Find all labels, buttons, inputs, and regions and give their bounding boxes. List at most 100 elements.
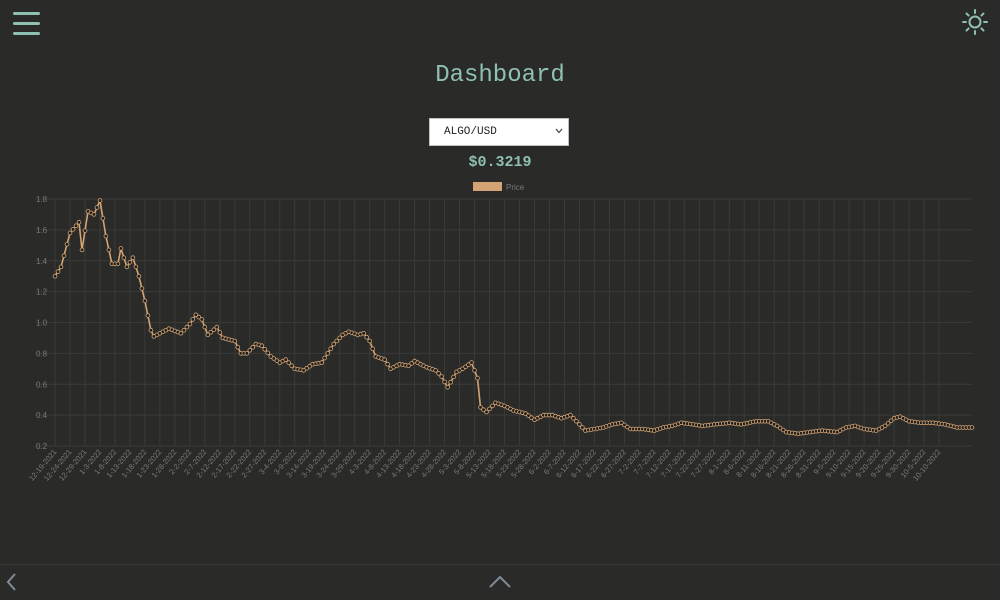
price-data-point: [433, 368, 438, 373]
y-tick-label: 1.2: [36, 288, 48, 297]
price-data-point: [577, 422, 582, 427]
price-data-point: [61, 253, 67, 258]
price-data-point: [385, 361, 390, 367]
y-tick-label: 0.6: [36, 380, 48, 389]
price-data-point: [214, 324, 220, 330]
price-data-point: [487, 406, 492, 412]
hamburger-menu-icon-bottom: [13, 32, 40, 35]
y-tick-label: 1.0: [36, 319, 48, 328]
menu-button[interactable]: [13, 12, 40, 36]
y-tick-label: 1.4: [36, 257, 48, 266]
scroll-up-button[interactable]: [488, 574, 512, 590]
hamburger-menu-icon: [13, 12, 40, 15]
price-data-point: [118, 246, 124, 251]
price-data-point: [184, 324, 190, 330]
price-data-point: [82, 228, 88, 233]
price-data-point: [262, 347, 268, 352]
chevron-down-icon: [555, 128, 563, 134]
price-data-point: [325, 351, 331, 356]
page-title: Dashboard: [435, 62, 565, 89]
legend-swatch: [473, 182, 502, 191]
price-data-point: [382, 357, 387, 362]
price-data-point: [124, 264, 130, 270]
price-data-point: [139, 286, 145, 291]
price-data-point: [73, 223, 79, 229]
price-data-point: [100, 215, 106, 221]
price-data-point: [232, 338, 238, 344]
price-data-point: [79, 247, 85, 253]
price-data-point: [217, 330, 223, 335]
price-data-point: [55, 269, 61, 274]
price-data-point: [91, 212, 97, 217]
current-price: $0.3219: [468, 154, 532, 171]
price-data-point: [52, 273, 58, 279]
pair-select[interactable]: ALGO/USD: [429, 118, 569, 146]
back-button[interactable]: [4, 572, 20, 592]
price-data-point: [130, 255, 136, 260]
sun-icon: [962, 9, 988, 35]
price-data-point: [94, 205, 100, 210]
price-data-point: [178, 331, 184, 336]
price-data-point: [969, 425, 975, 430]
price-data-point: [283, 357, 289, 362]
price-data-point: [247, 348, 253, 353]
price-data-point: [148, 327, 154, 333]
pair-select-value: ALGO/USD: [444, 126, 497, 138]
price-data-point: [250, 344, 256, 350]
y-tick-label: 0.8: [36, 349, 48, 358]
price-data-point: [133, 264, 139, 270]
price-data-point: [574, 419, 579, 424]
price-data-point: [265, 350, 271, 356]
price-data-point: [121, 255, 127, 260]
price-data-point: [334, 338, 340, 344]
price-data-point: [370, 346, 376, 352]
price-data-point: [136, 273, 142, 279]
price-data-point: [76, 219, 82, 225]
legend-label: Price: [506, 183, 525, 192]
price-data-point: [199, 317, 205, 322]
theme-toggle-button[interactable]: [961, 8, 989, 36]
chevron-left-icon: [6, 573, 16, 591]
price-data-point: [361, 331, 367, 336]
price-data-point: [142, 298, 148, 304]
price-data-point: [328, 346, 334, 352]
price-data-point: [259, 343, 265, 349]
footer-divider: [0, 564, 1000, 565]
hamburger-menu-icon-middle: [13, 22, 40, 25]
price-data-point: [58, 264, 64, 270]
price-data-point: [190, 317, 196, 322]
price-data-point: [145, 313, 151, 318]
price-data-point: [106, 247, 112, 253]
price-data-point: [580, 425, 585, 430]
price-data-point: [331, 341, 337, 347]
price-data-point: [235, 344, 241, 350]
price-data-point: [70, 227, 76, 232]
price-data-point: [115, 261, 121, 267]
price-data-point: [439, 374, 444, 379]
price-data-point: [475, 375, 480, 381]
price-data-point: [67, 230, 73, 236]
price-data-point: [484, 409, 489, 415]
price-data-point: [181, 327, 187, 333]
price-data-point: [472, 368, 477, 373]
y-tick-label: 1.8: [36, 195, 48, 204]
price-data-point: [490, 403, 495, 409]
y-tick-label: 0.2: [36, 442, 48, 451]
price-data-point: [469, 360, 474, 365]
price-data-point: [436, 371, 441, 376]
price-data-point: [289, 363, 295, 369]
price-data-point: [364, 334, 370, 340]
price-data-point: [448, 379, 453, 385]
price-data-point: [442, 379, 447, 385]
price-data-point: [322, 355, 328, 361]
price-data-point: [568, 412, 573, 418]
price-data-point: [445, 385, 450, 390]
chevron-up-icon: [489, 575, 511, 588]
price-data-point: [244, 351, 250, 356]
price-data-point: [337, 335, 343, 341]
price-data-point: [202, 324, 208, 330]
price-data-point: [64, 242, 70, 247]
price-data-point: [97, 198, 103, 203]
price-data-point: [103, 233, 109, 239]
price-data-point: [367, 338, 373, 344]
